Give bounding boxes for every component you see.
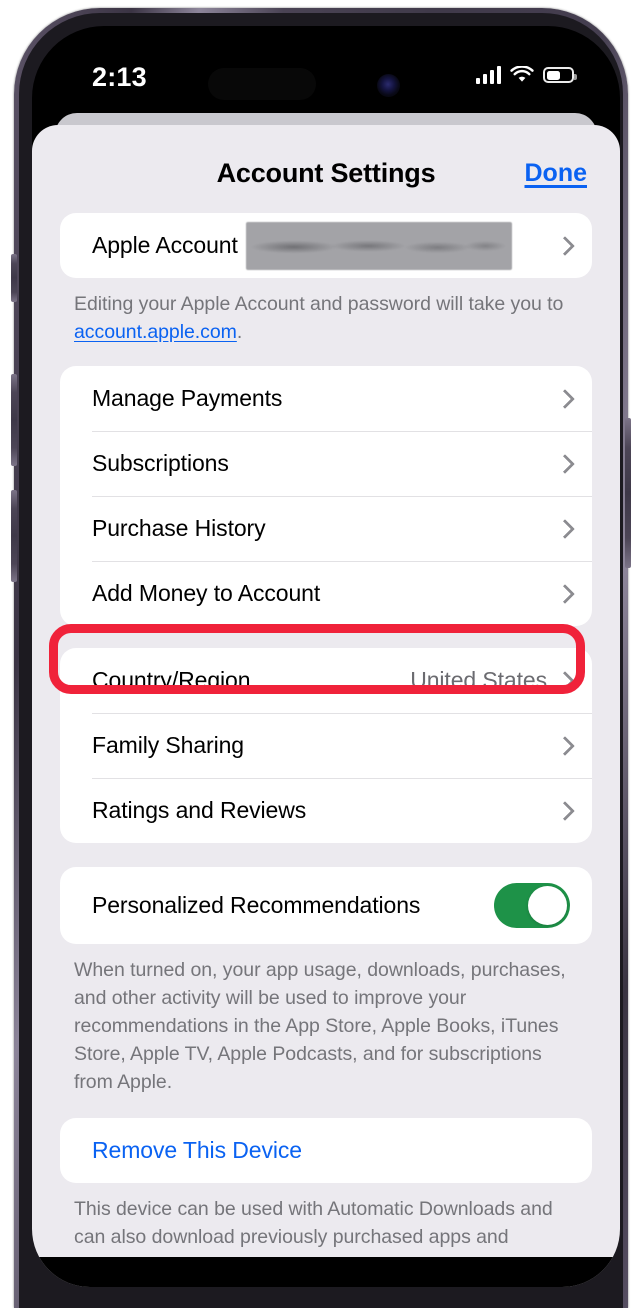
volume-down-button[interactable] bbox=[11, 490, 17, 582]
status-bar: 2:13 bbox=[32, 26, 620, 104]
row-label: Apple Account bbox=[92, 232, 238, 258]
row-label: Family Sharing bbox=[92, 732, 244, 758]
footnote-text-before: Editing your Apple Account and password … bbox=[74, 293, 564, 315]
dynamic-island bbox=[208, 68, 316, 100]
chevron-right-icon bbox=[557, 518, 570, 540]
region-settings-group: Country/Region United States Family Shar… bbox=[60, 648, 592, 843]
row-add-money-to-account[interactable]: Add Money to Account bbox=[60, 561, 592, 626]
status-bar-time: 2:13 bbox=[92, 62, 147, 92]
personalized-recommendations-toggle[interactable] bbox=[494, 883, 570, 928]
row-ratings-and-reviews[interactable]: Ratings and Reviews bbox=[60, 778, 592, 843]
chevron-right-icon bbox=[557, 235, 570, 257]
battery-icon bbox=[543, 67, 577, 83]
row-manage-payments[interactable]: Manage Payments bbox=[60, 366, 592, 431]
phone-screen: 2:13 Account Settings Done Apple Account… bbox=[32, 26, 620, 1287]
wifi-icon bbox=[510, 66, 534, 82]
phone-bezel: 2:13 Account Settings Done Apple Account… bbox=[19, 13, 623, 1308]
remove-device-label: Remove This Device bbox=[92, 1137, 302, 1163]
row-label: Manage Payments bbox=[92, 385, 283, 411]
power-button[interactable] bbox=[625, 418, 631, 568]
row-personalized-recommendations[interactable]: Personalized Recommendations bbox=[60, 867, 592, 944]
account-settings-sheet: Account Settings Done Apple Account Edit… bbox=[32, 125, 620, 1287]
row-label: Purchase History bbox=[92, 515, 266, 541]
remove-device-footnote: This device can be used with Automatic D… bbox=[74, 1198, 553, 1248]
toggle-knob bbox=[528, 886, 567, 925]
personalized-recommendations-footnote: When turned on, your app usage, download… bbox=[74, 959, 566, 1093]
remove-device-group: Remove This Device bbox=[60, 1118, 592, 1183]
row-subscriptions[interactable]: Subscriptions bbox=[60, 431, 592, 496]
chevron-right-icon bbox=[557, 388, 570, 410]
front-camera-icon bbox=[377, 74, 400, 97]
home-indicator[interactable] bbox=[216, 1264, 436, 1273]
settings-content: Apple Account Editing your Apple Account… bbox=[32, 213, 620, 1251]
row-label: Personalized Recommendations bbox=[92, 892, 421, 918]
account-apple-com-link[interactable]: account.apple.com bbox=[74, 321, 237, 343]
status-bar-indicators bbox=[475, 66, 577, 84]
sheet-header: Account Settings Done bbox=[32, 125, 620, 213]
row-country-region[interactable]: Country/Region United States bbox=[60, 648, 592, 713]
apple-account-footnote: Editing your Apple Account and password … bbox=[60, 278, 592, 346]
store-settings-group: Manage Payments Subscriptions Purchase H… bbox=[60, 366, 592, 626]
row-remove-this-device[interactable]: Remove This Device bbox=[60, 1118, 592, 1183]
row-label: Add Money to Account bbox=[92, 580, 321, 606]
row-label: Subscriptions bbox=[92, 450, 229, 476]
action-button[interactable] bbox=[11, 254, 17, 302]
redacted-account-value bbox=[245, 221, 512, 270]
chevron-right-icon bbox=[557, 800, 570, 822]
cellular-bars-icon bbox=[475, 66, 501, 84]
row-value-country: United States bbox=[410, 667, 547, 693]
row-label: Ratings and Reviews bbox=[92, 797, 307, 823]
chevron-right-icon bbox=[557, 670, 570, 692]
chevron-right-icon bbox=[557, 583, 570, 605]
personalized-recommendations-group: Personalized Recommendations bbox=[60, 867, 592, 944]
row-apple-account[interactable]: Apple Account bbox=[60, 213, 592, 278]
footnote-text-after: . bbox=[236, 321, 243, 343]
row-family-sharing[interactable]: Family Sharing bbox=[60, 713, 592, 778]
volume-up-button[interactable] bbox=[11, 374, 17, 466]
row-label: Country/Region bbox=[92, 667, 251, 693]
chevron-right-icon bbox=[557, 735, 570, 757]
phone-frame: 2:13 Account Settings Done Apple Account… bbox=[11, 8, 631, 1308]
row-purchase-history[interactable]: Purchase History bbox=[60, 496, 592, 561]
apple-account-group: Apple Account bbox=[60, 213, 592, 278]
chevron-right-icon bbox=[557, 453, 570, 475]
done-button[interactable]: Done bbox=[525, 159, 588, 188]
